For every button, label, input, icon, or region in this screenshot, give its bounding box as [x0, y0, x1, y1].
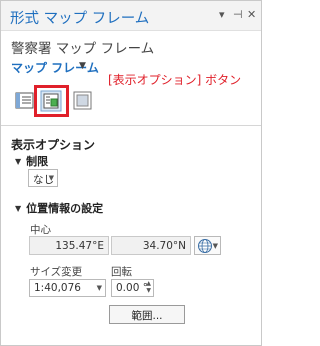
rotation-value: 0.00 °	[116, 282, 148, 294]
extent-button[interactable]: 範囲...	[109, 305, 185, 324]
rotation-label: 回転	[111, 266, 132, 278]
constraint-header: 制限	[26, 155, 49, 168]
placement-icon	[73, 91, 92, 110]
coordinate-system-button[interactable]: ▼	[194, 236, 221, 255]
format-map-frame-pane: 形式 マップ フレーム ▾ ⊣ ✕ 警察署 マップ フレーム マップ フレーム …	[0, 0, 262, 346]
rotation-input[interactable]: 0.00 ° ▲ ▼	[111, 279, 154, 297]
center-y-field[interactable]: 34.70°N	[111, 236, 191, 255]
chevron-down-icon[interactable]: ▼	[79, 61, 86, 71]
scale-label: サイズ変更	[30, 266, 83, 278]
caret-down-icon[interactable]: ▼	[15, 157, 21, 166]
display-options-title: 表示オプション	[11, 138, 96, 152]
chevron-down-icon: ▼	[212, 242, 218, 250]
scale-select[interactable]: 1:40,076 ▼	[29, 279, 106, 297]
globe-icon	[198, 239, 212, 253]
close-icon[interactable]: ✕	[247, 9, 256, 21]
location-group[interactable]: ▼ 位置情報の設定	[15, 200, 103, 216]
display-options-annotation: [表示オプション] ボタン	[108, 73, 242, 87]
spinner-arrows-icon[interactable]: ▲ ▼	[146, 280, 151, 294]
section-divider	[1, 125, 261, 126]
element-name: 警察署 マップ フレーム	[11, 41, 155, 57]
scale-value: 1:40,076	[34, 282, 81, 294]
location-header: 位置情報の設定	[26, 202, 104, 215]
chevron-down-icon: ▼	[48, 174, 54, 182]
highlight-box	[34, 85, 69, 117]
pane-title: 形式 マップ フレーム	[10, 11, 150, 27]
pin-icon[interactable]: ⊣	[233, 9, 243, 21]
chevron-down-icon: ▼	[96, 284, 102, 292]
constraint-select[interactable]: なし ▼	[28, 169, 58, 187]
pane-menu-icon[interactable]: ▾	[219, 9, 225, 21]
center-x-field[interactable]: 135.47°E	[29, 236, 109, 255]
caret-down-icon[interactable]: ▼	[15, 204, 21, 213]
placement-tab-button[interactable]	[71, 89, 95, 113]
center-label: 中心	[30, 224, 51, 236]
constraint-group[interactable]: ▼ 制限	[15, 153, 48, 169]
pane-titlebar: 形式 マップ フレーム ▾ ⊣ ✕	[1, 1, 261, 31]
